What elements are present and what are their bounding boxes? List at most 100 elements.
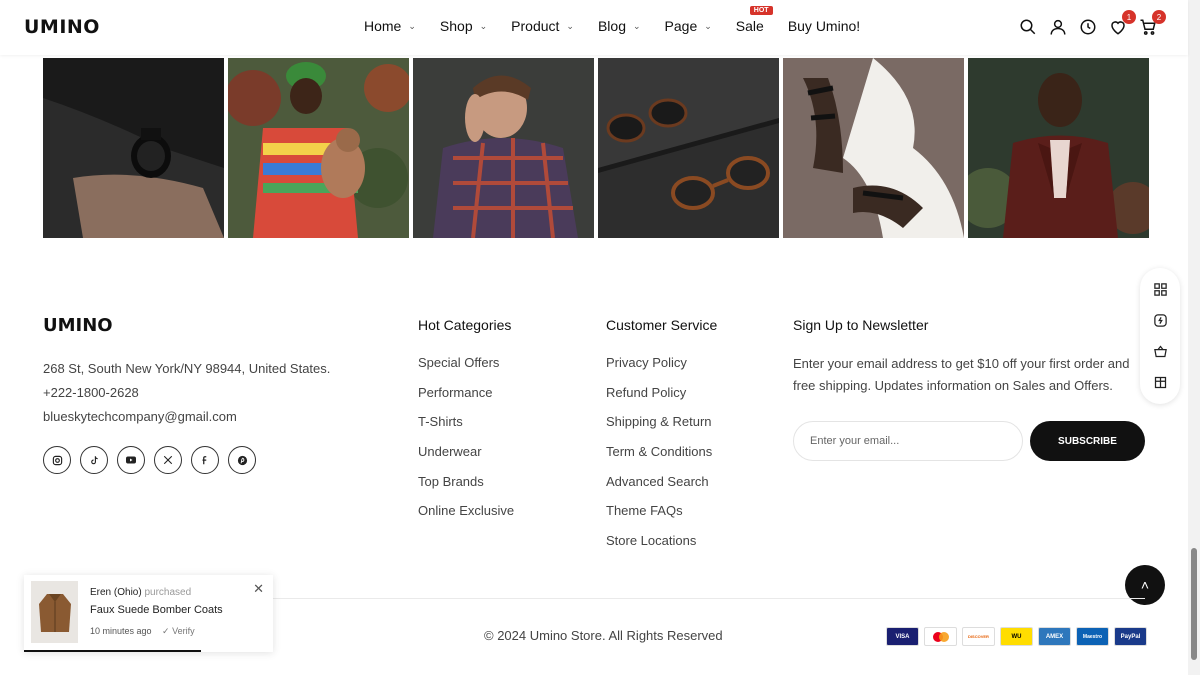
footer-link[interactable]: Performance [418, 385, 514, 415]
site-logo[interactable]: UMINO [24, 16, 100, 38]
nav-label: Page [664, 18, 698, 34]
cart-count: 2 [1152, 10, 1166, 24]
header: UMINO Home ⌄ Shop ⌄ Product ⌄ Blog ⌄ Page ⌄ S… [0, 0, 1188, 55]
cart-icon[interactable]: 2 [1138, 10, 1166, 37]
check-circle-icon: ✓ [162, 626, 170, 636]
visa-icon: VISA [886, 627, 919, 646]
chevron-down-icon: ⌄ [408, 20, 416, 31]
newsletter-text: Enter your email address to get $10 off … [793, 356, 1130, 393]
mastercard-icon [924, 627, 957, 646]
product-thumbnail[interactable] [31, 581, 78, 643]
purchase-time: 10 minutes ago [90, 626, 152, 636]
customer-service-title: Customer Service [606, 317, 718, 333]
copyright: © 2024 Umino Store. All Rights Reserved [484, 628, 723, 643]
hot-categories-title: Hot Categories [418, 317, 512, 333]
wishlist-count: 1 [1122, 10, 1136, 24]
address: 268 St, South New York/NY 98944, United … [43, 361, 331, 376]
back-to-top-button[interactable]: ˄ [1125, 565, 1165, 605]
chevron-down-icon: ⌄ [479, 20, 488, 31]
purchase-notification: Eren (Ohio) purchased Faux Suede Bomber … [24, 575, 273, 652]
payment-methods: VISA DISCOVER WU AMEX Maestro PayPal [886, 627, 1147, 646]
nav-label: Sale [735, 18, 764, 34]
nav-buy-umino[interactable]: Buy Umino! [788, 18, 860, 34]
footer-logo[interactable]: UMINO [43, 315, 113, 336]
footer-link[interactable]: Refund Policy [606, 385, 717, 415]
chevron-down-icon: ⌄ [566, 20, 574, 31]
tiktok-icon[interactable] [80, 446, 108, 474]
footer-link[interactable]: Theme FAQs [606, 503, 717, 533]
gallery-image-man-in-velvet-blazer[interactable] [968, 58, 1149, 238]
user-icon[interactable] [1048, 17, 1068, 37]
pinterest-icon[interactable] [228, 446, 256, 474]
gallery-image-sandals[interactable] [783, 58, 964, 238]
footer-link[interactable]: Advanced Search [606, 474, 717, 504]
paypal-icon: PayPal [1114, 627, 1147, 646]
footer-link[interactable]: Shipping & Return [606, 414, 717, 444]
amex-icon: AMEX [1038, 627, 1071, 646]
gallery-image-man-in-plaid[interactable] [413, 58, 594, 238]
instagram-icon[interactable] [43, 446, 71, 474]
nav-sale[interactable]: Sale HOT [735, 6, 773, 34]
nav-label: Buy Umino! [787, 18, 861, 34]
nav-blog[interactable]: Blog ⌄ [598, 18, 641, 34]
footer-link[interactable]: Special Offers [418, 355, 514, 385]
social-links [43, 446, 256, 474]
western-union-icon: WU [1000, 627, 1033, 646]
purchase-action: purchased [144, 587, 192, 598]
email-field[interactable]: Enter your email... [793, 421, 1023, 461]
toast-timer-bar [24, 650, 201, 652]
gallery-image-sunglasses[interactable] [598, 58, 779, 238]
header-icons: 1 2 [1018, 10, 1166, 37]
hot-badge: HOT [749, 6, 773, 15]
footer-link[interactable]: Store Locations [606, 533, 717, 563]
nav-label: Product [511, 18, 560, 34]
subscribe-button[interactable]: SUBSCRIBE [1030, 421, 1145, 461]
gallery-image-watch[interactable] [43, 58, 224, 238]
youtube-icon[interactable] [117, 446, 145, 474]
nav-product[interactable]: Product ⌄ [511, 18, 574, 34]
nav-label: Home [364, 18, 402, 34]
product-name[interactable]: Faux Suede Bomber Coats [90, 604, 223, 616]
buyer-info: Eren (Ohio) purchased [90, 587, 191, 598]
footer-divider [270, 598, 1145, 599]
scrollbar-thumb[interactable] [1191, 548, 1197, 660]
verify-label: Verify [172, 626, 195, 636]
nav-shop[interactable]: Shop ⌄ [440, 18, 487, 34]
nav-page[interactable]: Page ⌄ [665, 18, 712, 34]
footer-link[interactable]: Term & Conditions [606, 444, 717, 474]
footer-link[interactable]: Underwear [418, 444, 514, 474]
phone[interactable]: +222-1800-2628 [43, 381, 330, 405]
search-icon[interactable] [1018, 17, 1038, 37]
gallery-image-man-with-baby[interactable] [228, 58, 409, 238]
sale-tag-icon[interactable] [1152, 313, 1168, 329]
heart-icon[interactable]: 1 [1108, 10, 1136, 37]
facebook-icon[interactable] [191, 446, 219, 474]
scrollbar[interactable] [1188, 0, 1200, 675]
floating-toolbar [1140, 268, 1180, 404]
chevron-down-icon: ⌄ [704, 20, 712, 31]
discover-icon: DISCOVER [962, 627, 995, 646]
x-icon[interactable] [154, 446, 182, 474]
chevron-down-icon: ⌄ [632, 20, 641, 31]
nav-home[interactable]: Home ⌄ [364, 18, 416, 34]
email[interactable]: blueskytechcompany@gmail.com [43, 405, 330, 429]
chevron-up-icon: ˄ [1140, 577, 1150, 593]
footer-link[interactable]: Online Exclusive [418, 503, 514, 533]
grid-icon[interactable] [1152, 282, 1168, 298]
main-nav: Home ⌄ Shop ⌄ Product ⌄ Blog ⌄ Page ⌄ Sale HOT… [364, 6, 884, 34]
close-icon[interactable]: ✕ [253, 581, 264, 597]
footer-link[interactable]: Privacy Policy [606, 355, 717, 385]
contact-info: 268 St, South New York/NY 98944, United … [43, 357, 330, 429]
basket-icon[interactable] [1152, 344, 1168, 360]
customer-service: Customer Service Privacy Policy Refund P… [606, 317, 717, 563]
store-icon[interactable] [1152, 375, 1168, 391]
buyer-name: Eren (Ohio) [90, 587, 142, 598]
newsletter-title: Sign Up to Newsletter [793, 317, 929, 333]
maestro-icon: Maestro [1076, 627, 1109, 646]
clock-icon[interactable] [1078, 17, 1098, 37]
verify-badge: ✓ Verify [162, 626, 195, 637]
footer-link[interactable]: Top Brands [418, 474, 514, 504]
footer-link[interactable]: T-Shirts [418, 414, 514, 444]
nav-label: Shop [439, 18, 473, 34]
newsletter: Sign Up to Newsletter Enter your email a… [793, 317, 1138, 397]
